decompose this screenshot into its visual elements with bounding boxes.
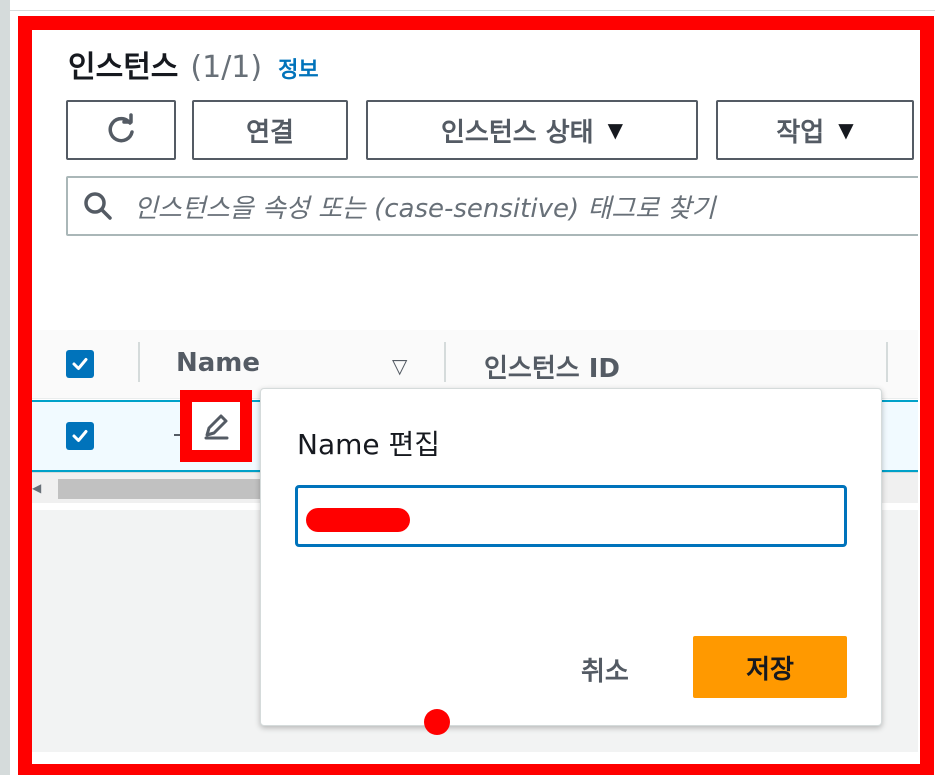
refresh-button[interactable] (66, 100, 176, 160)
instance-state-dropdown[interactable]: 인스턴스 상태 ▼ (366, 100, 698, 160)
actions-label: 작업 (776, 117, 825, 148)
row-checkbox[interactable] (66, 422, 94, 450)
search-placeholder: 인스턴스을 속성 또는 (case-sensitive) 태그로 찾기 (134, 193, 716, 224)
screenshot-stage: 인스턴스 (1/1) 정보 연결 인스턴스 상태 ▼ 작업 ▼ 인스턴스을 속성… (0, 0, 935, 775)
select-all-checkbox[interactable] (66, 350, 94, 378)
caret-down-icon: ▼ (838, 118, 854, 142)
save-button-label: 저장 (746, 654, 794, 685)
refresh-icon (108, 113, 134, 143)
sort-icon[interactable]: ▽ (392, 354, 407, 378)
info-link[interactable]: 정보 (278, 52, 318, 84)
instance-state-label: 인스턴스 상태 (441, 117, 594, 148)
checkbox-checked-icon (72, 358, 88, 370)
instance-count: (1/1) (190, 50, 263, 85)
column-divider[interactable] (886, 342, 888, 382)
actions-dropdown[interactable]: 작업 ▼ (716, 100, 914, 160)
column-divider[interactable] (444, 342, 446, 382)
page-title-row: 인스턴스 (1/1) 정보 (68, 42, 319, 86)
redacted-value-mark (306, 508, 410, 532)
name-input[interactable] (295, 485, 847, 547)
caret-down-icon: ▼ (607, 118, 623, 142)
instances-page: 인스턴스 (1/1) 정보 연결 인스턴스 상태 ▼ 작업 ▼ 인스턴스을 속성… (30, 30, 918, 752)
column-header-instance-id[interactable]: 인스턴스 ID (484, 348, 620, 385)
save-button[interactable]: 저장 (693, 636, 847, 698)
edit-name-button[interactable] (180, 390, 252, 462)
connect-button[interactable]: 연결 (192, 100, 348, 160)
scroll-left-arrow-icon[interactable]: ◀ (32, 481, 41, 495)
cancel-button[interactable]: 취소 (581, 651, 629, 688)
instances-header-panel: 인스턴스 (1/1) 정보 연결 인스턴스 상태 ▼ 작업 ▼ 인스턴스을 속성… (30, 30, 918, 330)
column-divider (138, 342, 140, 382)
annotation-dot (424, 709, 450, 735)
page-title: 인스턴스 (68, 50, 179, 85)
checkbox-checked-icon (72, 430, 88, 442)
connect-button-label: 연결 (246, 117, 294, 148)
instance-search-input[interactable]: 인스턴스을 속성 또는 (case-sensitive) 태그로 찾기 (66, 176, 918, 236)
column-header-name[interactable]: Name (176, 348, 260, 378)
edit-pencil-icon (204, 414, 229, 440)
window-top-edge (0, 0, 935, 11)
search-icon (84, 192, 112, 220)
edit-name-popover: Name 편집 취소 저장 (260, 388, 882, 735)
popover-title: Name 편집 (297, 428, 441, 461)
window-left-edge (0, 0, 10, 775)
